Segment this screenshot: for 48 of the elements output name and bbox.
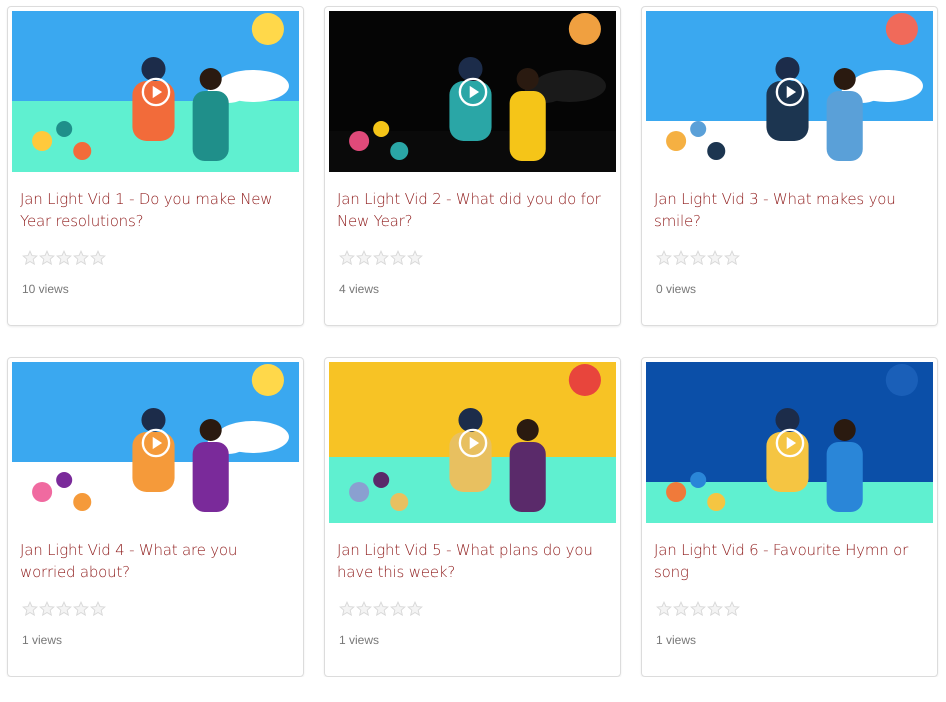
video-title-link[interactable]: Jan Light Vid 5 - What plans do you have this week?: [337, 539, 608, 587]
star-icon[interactable]: [339, 250, 355, 266]
play-icon[interactable]: [774, 428, 804, 458]
star-icon[interactable]: [373, 250, 389, 266]
video-title-link[interactable]: Jan Light Vid 1 - Do you make New Year resolutions?: [20, 188, 291, 236]
view-count: 4 views: [339, 282, 380, 296]
star-icon[interactable]: [73, 601, 89, 617]
play-icon[interactable]: [458, 76, 488, 106]
star-icon[interactable]: [724, 250, 740, 266]
play-icon[interactable]: [140, 76, 170, 106]
star-icon[interactable]: [22, 250, 38, 266]
star-icon[interactable]: [407, 601, 423, 617]
star-icon[interactable]: [690, 601, 706, 617]
play-icon[interactable]: [458, 428, 488, 458]
play-icon[interactable]: [774, 76, 804, 106]
star-icon[interactable]: [707, 250, 723, 266]
star-icon[interactable]: [656, 601, 672, 617]
play-icon[interactable]: [140, 428, 170, 458]
star-icon[interactable]: [56, 250, 72, 266]
star-icon[interactable]: [656, 250, 672, 266]
star-icon[interactable]: [707, 601, 723, 617]
star-icon[interactable]: [22, 601, 38, 617]
view-count: 1 views: [656, 633, 698, 647]
star-icon[interactable]: [373, 601, 389, 617]
star-icon[interactable]: [673, 601, 689, 617]
star-icon[interactable]: [407, 250, 423, 266]
view-count: 1 views: [339, 633, 380, 647]
star-icon[interactable]: [390, 601, 406, 617]
star-icon[interactable]: [39, 601, 55, 617]
star-icon[interactable]: [690, 250, 706, 266]
video-title-link[interactable]: Jan Light Vid 4 - What are you worried about?: [20, 539, 291, 587]
star-icon[interactable]: [356, 601, 372, 617]
view-count: 10 views: [22, 282, 70, 296]
star-icon[interactable]: [73, 250, 89, 266]
star-icon[interactable]: [90, 601, 106, 617]
view-count: 1 views: [22, 633, 64, 647]
star-icon[interactable]: [90, 250, 106, 266]
star-icon[interactable]: [390, 250, 406, 266]
video-title-link[interactable]: Jan Light Vid 2 - What did you do for New Year?: [337, 188, 608, 236]
view-count: 0 views: [656, 282, 698, 296]
star-icon[interactable]: [56, 601, 72, 617]
video-title-link[interactable]: Jan Light Vid 3 - What makes you smile?: [654, 188, 925, 236]
star-icon[interactable]: [339, 601, 355, 617]
video-title-link[interactable]: Jan Light Vid 6 - Favourite Hymn or song: [654, 539, 925, 587]
star-icon[interactable]: [673, 250, 689, 266]
star-icon[interactable]: [39, 250, 55, 266]
star-icon[interactable]: [356, 250, 372, 266]
star-icon[interactable]: [724, 601, 740, 617]
